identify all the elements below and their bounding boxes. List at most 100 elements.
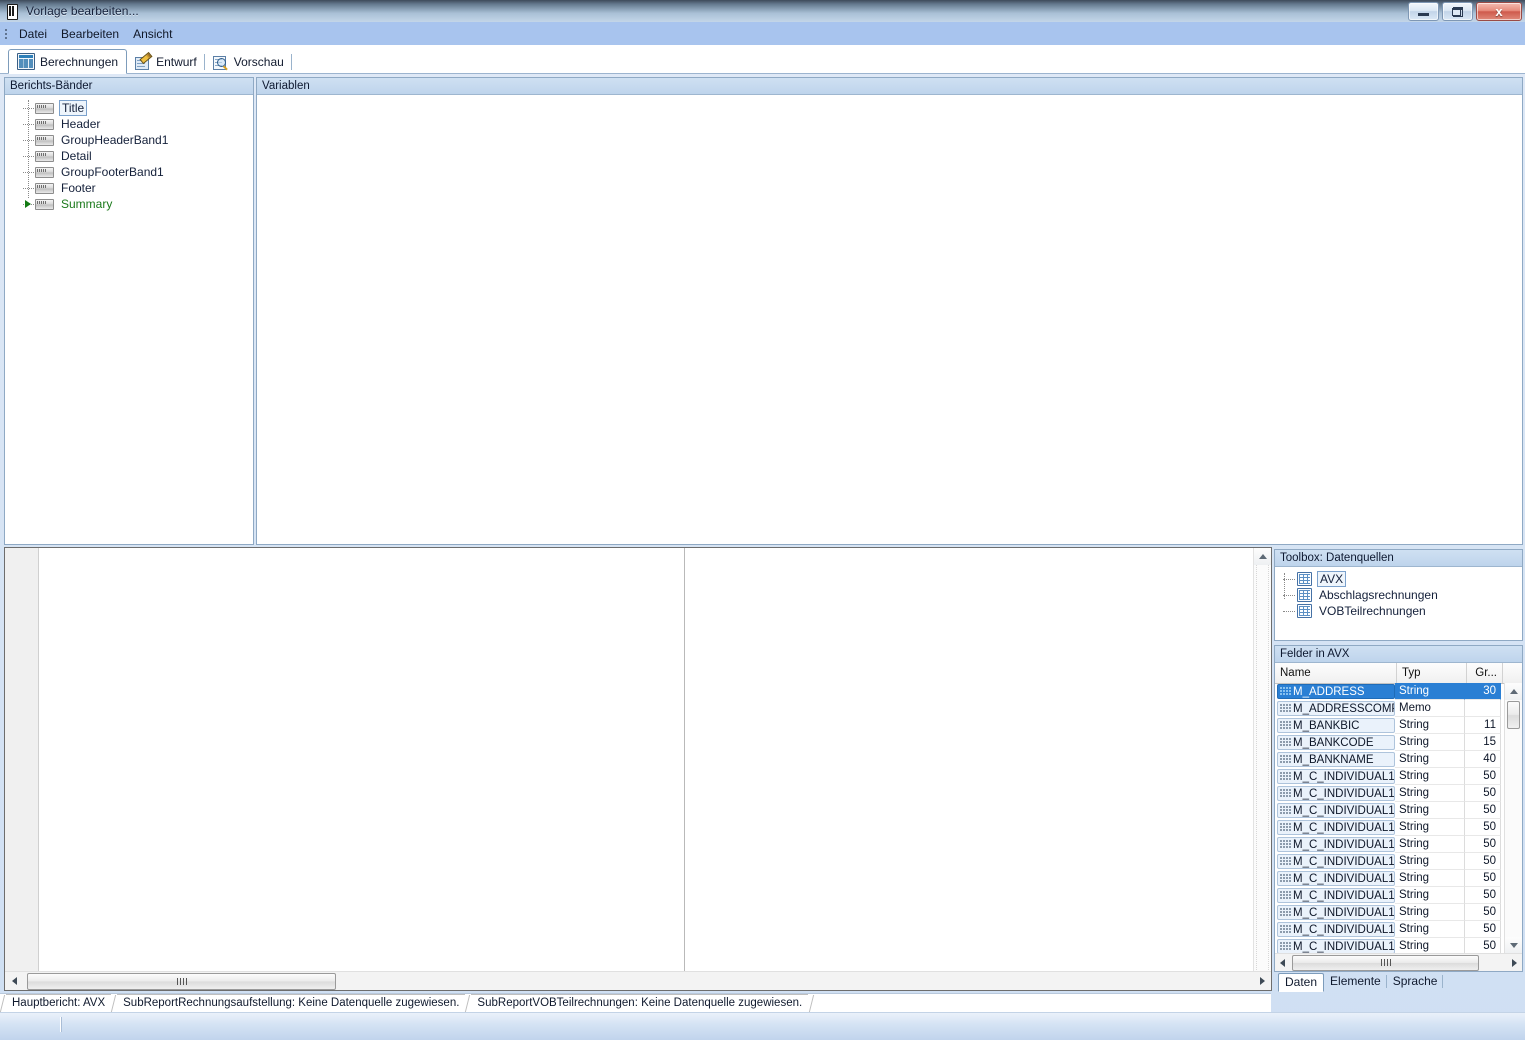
fields-scroll-left-button[interactable] [1275,954,1290,971]
fields-vertical-scrollbar[interactable] [1504,683,1522,954]
datasource-item-vobteilrechnungen[interactable]: VOBTeilrechnungen [1275,603,1522,619]
field-name-cell[interactable]: M_C_INDIVIDUAL12 [1277,820,1395,835]
table-row[interactable]: M_ADDRESS String 30 [1275,683,1505,700]
report-tab-subreport-vobteilrechnungen[interactable]: SubReportVOBTeilrechnungen: Keine Datenq… [471,994,809,1013]
field-name-cell[interactable]: M_ADDRESSCOMPLETE [1277,701,1395,716]
drag-handle-icon[interactable] [1280,874,1291,883]
report-bands-body[interactable]: Title Header GroupHeaderBand1 Detail Gro… [5,95,253,544]
report-tab-subreport-rechnungsaufstellung[interactable]: SubReportRechnungsaufstellung: Keine Dat… [117,994,466,1013]
field-name-cell[interactable]: M_C_INDIVIDUAL18 [1277,922,1395,937]
tab-elemente[interactable]: Elemente [1324,973,1387,990]
minimize-button[interactable] [1408,2,1439,21]
drag-handle-icon[interactable] [1280,789,1291,798]
field-name-cell[interactable]: M_BANKNAME [1277,752,1395,767]
drag-handle-icon[interactable] [1280,772,1291,781]
column-header-size[interactable]: Gr... [1467,663,1503,683]
fields-horizontal-scrollbar[interactable] [1275,953,1522,971]
table-row[interactable]: M_C_INDIVIDUAL10 String 50 [1275,785,1505,802]
drag-handle-icon[interactable] [1280,687,1291,696]
fields-body[interactable]: Name Typ Gr... M_ADDRESS String 30 M_ADD… [1275,663,1522,971]
table-row[interactable]: M_C_INDIVIDUAL15 String 50 [1275,870,1505,887]
drag-handle-icon[interactable] [1280,840,1291,849]
drag-handle-icon[interactable] [1280,925,1291,934]
field-name-cell[interactable]: M_C_INDIVIDUAL10 [1277,786,1395,801]
column-header-name[interactable]: Name [1275,663,1397,683]
drag-handle-icon[interactable] [1280,738,1291,747]
table-row[interactable]: M_C_INDIVIDUAL11 String 50 [1275,802,1505,819]
fields-vertical-scroll-thumb[interactable] [1507,701,1520,729]
design-canvas[interactable] [4,547,1272,991]
fields-scroll-right-button[interactable] [1507,954,1522,971]
tree-item-header[interactable]: Header [5,116,253,132]
datasource-item-abschlagsrechnungen[interactable]: Abschlagsrechnungen [1275,587,1522,603]
drag-handle-icon[interactable] [1280,806,1291,815]
field-name-cell[interactable]: M_ADDRESS [1277,684,1395,699]
fields-scroll-down-button[interactable] [1505,937,1522,954]
column-header-typ[interactable]: Typ [1397,663,1467,683]
fields-horizontal-scroll-thumb[interactable] [1292,954,1479,971]
canvas-horizontal-scroll-thumb[interactable] [27,972,336,990]
table-row[interactable]: M_C_INDIVIDUAL12 String 50 [1275,819,1505,836]
field-name-cell[interactable]: M_C_INDIVIDUAL11 [1277,803,1395,818]
menu-item-ansicht[interactable]: Ansicht [126,25,179,43]
drag-handle-icon[interactable] [1280,891,1291,900]
field-name-cell[interactable]: M_BANKBIC [1277,718,1395,733]
field-name-cell[interactable]: M_C_INDIVIDUAL15 [1277,871,1395,886]
drag-handle-icon[interactable] [1280,823,1291,832]
tab-entwurf[interactable]: Entwurf [127,51,205,73]
table-row[interactable]: M_C_INDIVIDUAL18 String 50 [1275,921,1505,938]
canvas-page-area[interactable] [39,548,1252,971]
tab-sprache[interactable]: Sprache [1387,973,1444,990]
close-button[interactable]: x [1476,2,1522,21]
canvas-horizontal-scroll-track[interactable] [336,973,1253,990]
field-name-cell[interactable]: M_C_INDIVIDUAL19 [1277,939,1395,954]
table-row[interactable]: M_BANKCODE String 15 [1275,734,1505,751]
drag-handle-icon[interactable] [1280,942,1291,951]
scroll-up-button[interactable] [1254,548,1271,565]
field-name-cell[interactable]: M_BANKCODE [1277,735,1395,750]
menu-grip-icon[interactable] [2,27,10,41]
drag-handle-icon[interactable] [1280,857,1291,866]
canvas-horizontal-scrollbar[interactable] [5,971,1271,990]
menu-item-bearbeiten[interactable]: Bearbeiten [54,25,126,43]
scroll-left-button[interactable] [5,973,23,990]
field-name-cell[interactable]: M_C_INDIVIDUAL14 [1277,854,1395,869]
maximize-button[interactable] [1442,2,1473,21]
tree-item-footer[interactable]: Footer [5,180,253,196]
variables-list[interactable] [257,95,1522,544]
drag-handle-icon[interactable] [1280,721,1291,730]
canvas-vertical-scrollbar[interactable] [1253,548,1271,972]
fields-scroll-up-button[interactable] [1505,683,1522,700]
tree-item-detail[interactable]: Detail [5,148,253,164]
table-row[interactable]: M_BANKNAME String 40 [1275,751,1505,768]
tree-item-groupfooterband1[interactable]: GroupFooterBand1 [5,164,253,180]
table-row[interactable]: M_C_INDIVIDUAL19 String 50 [1275,938,1505,954]
field-name-cell[interactable]: M_C_INDIVIDUAL13 [1277,837,1395,852]
menu-item-datei[interactable]: Datei [12,25,54,43]
datasources-body[interactable]: AVX Abschlagsrechnungen VOBTeilrechnunge… [1275,567,1522,640]
table-row[interactable]: M_BANKBIC String 11 [1275,717,1505,734]
tree-item-groupheaderband1[interactable]: GroupHeaderBand1 [5,132,253,148]
drag-handle-icon[interactable] [1280,908,1291,917]
drag-handle-icon[interactable] [1280,755,1291,764]
tab-vorschau[interactable]: Vorschau [205,51,292,73]
tree-item-summary[interactable]: Summary [5,196,253,212]
report-bands-tree[interactable]: Title Header GroupHeaderBand1 Detail Gro… [5,95,253,212]
tab-berechnungen[interactable]: Berechnungen [8,49,128,74]
drag-handle-icon[interactable] [1280,704,1291,713]
table-row[interactable]: M_C_INDIVIDUAL14 String 50 [1275,853,1505,870]
fields-grid-rows[interactable]: M_ADDRESS String 30 M_ADDRESSCOMPLETE Me… [1275,683,1505,954]
table-row[interactable]: M_ADDRESSCOMPLETE Memo [1275,700,1505,717]
field-name-cell[interactable]: M_C_INDIVIDUAL16 [1277,888,1395,903]
table-row[interactable]: M_C_INDIVIDUAL17 String 50 [1275,904,1505,921]
table-row[interactable]: M_C_INDIVIDUAL16 String 50 [1275,887,1505,904]
scroll-right-button[interactable] [1253,973,1271,990]
datasource-item-avx[interactable]: AVX [1275,571,1522,587]
tab-daten[interactable]: Daten [1278,973,1325,992]
canvas-vertical-scroll-track[interactable] [1256,565,1269,972]
field-name-cell[interactable]: M_C_INDIVIDUAL17 [1277,905,1395,920]
report-tab-hauptbericht[interactable]: Hauptbericht: AVX [6,994,112,1013]
field-name-cell[interactable]: M_C_INDIVIDUAL1 [1277,769,1395,784]
table-row[interactable]: M_C_INDIVIDUAL1 String 50 [1275,768,1505,785]
table-row[interactable]: M_C_INDIVIDUAL13 String 50 [1275,836,1505,853]
